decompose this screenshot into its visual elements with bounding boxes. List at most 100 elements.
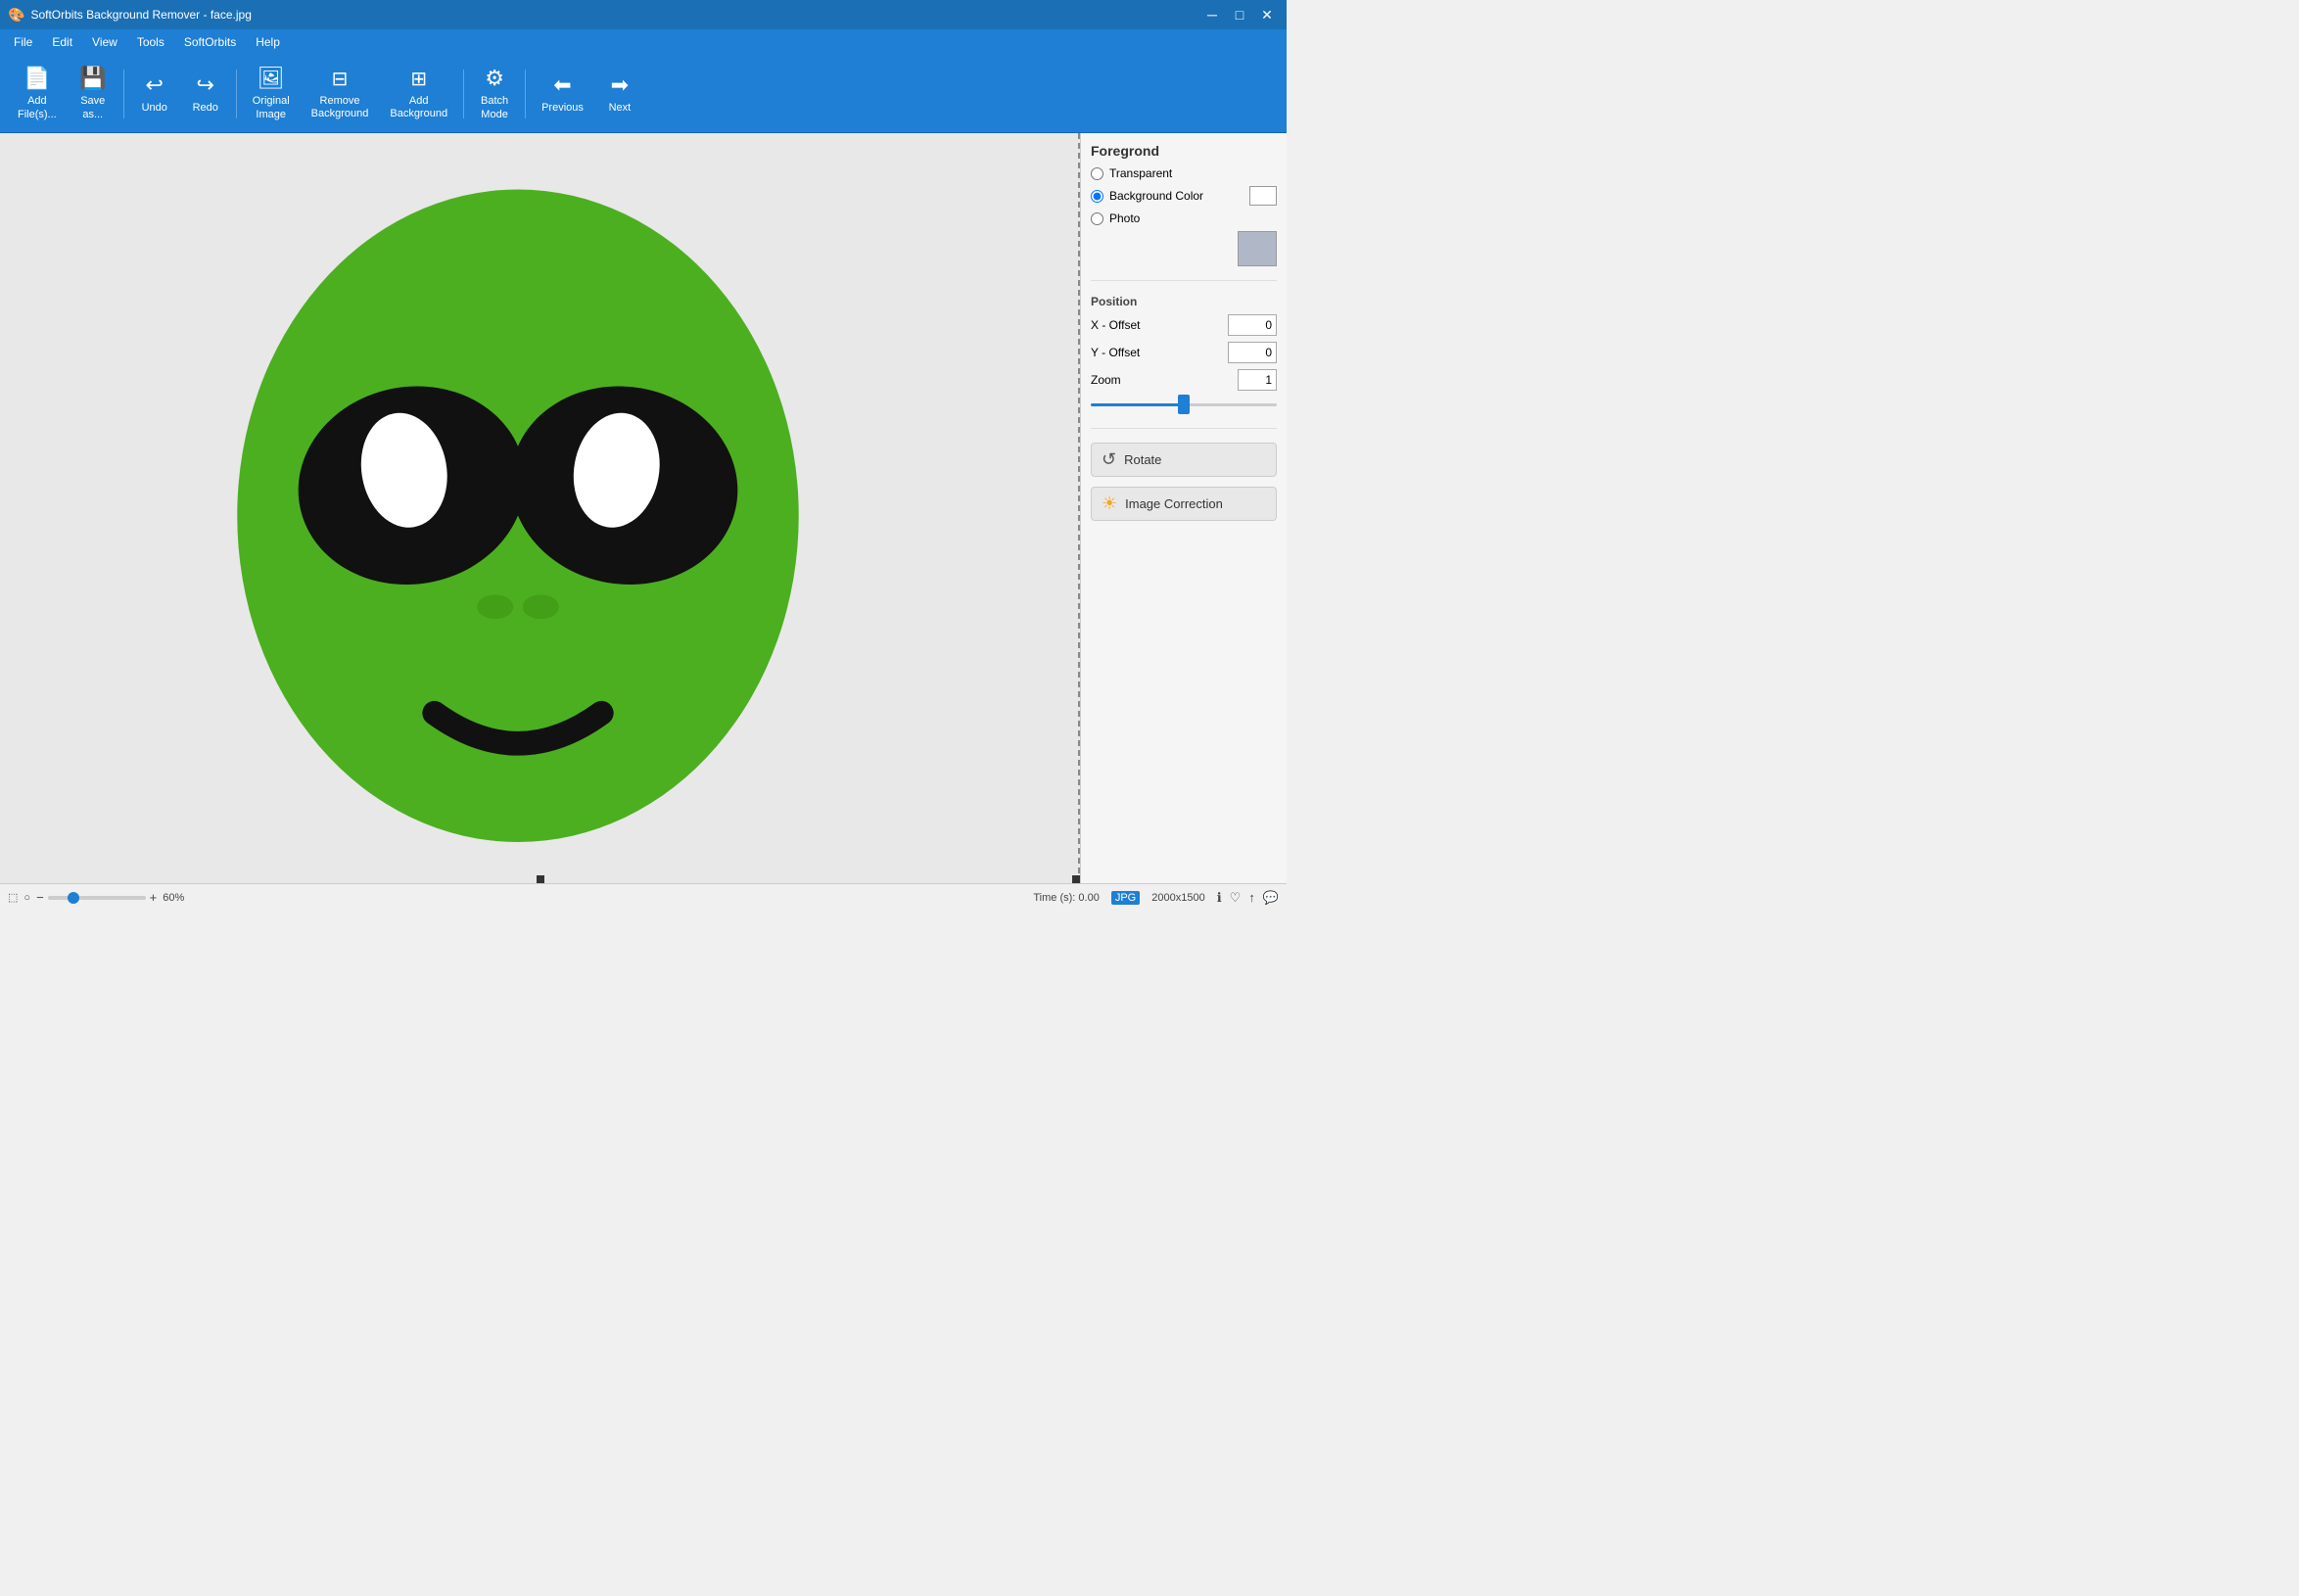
position-title: Position [1091,295,1277,308]
background-color-radio[interactable] [1091,190,1103,203]
photo-radio-row: Photo [1091,211,1277,225]
info-icon[interactable]: ℹ [1217,890,1222,906]
comment-icon[interactable]: 💬 [1263,890,1279,906]
time-label: Time (s): [1033,892,1075,904]
add-files-button[interactable]: 📄 AddFile(s)... [8,61,67,127]
previous-label: Previous [541,102,584,115]
selection-border-vertical [1078,133,1080,883]
y-offset-row: Y - Offset [1091,342,1277,363]
add-background-label: AddBackground [390,95,447,120]
toolbar: 📄 AddFile(s)... 💾 Saveas... ↩ Undo ↪ Red… [0,55,1287,133]
save-as-button[interactable]: 💾 Saveas... [69,61,117,127]
status-bar-left: ⬚ ○ − + 60% [8,890,184,905]
separator-1 [123,70,124,118]
next-label: Next [609,102,632,115]
status-bar: ⬚ ○ − + 60% Time (s): 0.00 JPG 2000x1500… [0,883,1287,911]
photo-swatch[interactable] [1238,231,1277,266]
menu-view[interactable]: View [82,32,127,52]
x-offset-row: X - Offset [1091,314,1277,336]
original-image-button[interactable]: 🖼 OriginalImage [243,61,300,127]
foreground-title: Foregrond [1091,143,1277,159]
add-background-button[interactable]: ⊞ AddBackground [380,61,457,127]
zoom-bar-container: − + [36,890,157,905]
y-offset-input[interactable] [1228,342,1277,363]
add-background-icon: ⊞ [410,67,427,91]
share-icon[interactable]: ↑ [1248,890,1255,906]
zoom-plus-button[interactable]: + [150,890,158,905]
menu-file[interactable]: File [4,32,42,52]
photo-radio[interactable] [1091,212,1103,225]
zoom-percentage: 60% [163,892,184,904]
batch-mode-icon: ⚙ [485,66,504,91]
favorite-icon[interactable]: ♡ [1230,890,1242,906]
zoom-label: Zoom [1091,373,1121,387]
maximize-button[interactable]: □ [1228,3,1251,26]
resize-handle-br[interactable] [1072,875,1080,883]
photo-option-row: Photo [1091,211,1277,266]
canvas-area[interactable] [0,133,1081,883]
original-image-label: OriginalImage [253,95,290,120]
menu-softorbits[interactable]: SoftOrbits [174,32,246,52]
menu-bar: File Edit View Tools SoftOrbits Help [0,29,1287,55]
next-icon: ➡ [611,72,629,98]
lasso-icon[interactable]: ○ [23,892,30,904]
select-icon[interactable]: ⬚ [8,891,18,904]
undo-label: Undo [142,102,167,115]
menu-edit[interactable]: Edit [42,32,82,52]
batch-mode-label: BatchMode [481,95,508,120]
redo-label: Redo [193,102,218,115]
rotate-button[interactable]: ↺ Rotate [1091,443,1277,477]
status-bar-right: Time (s): 0.00 JPG 2000x1500 ℹ ♡ ↑ 💬 [1033,890,1279,906]
zoom-row: Zoom [1091,369,1277,391]
remove-background-icon: ⊟ [332,67,349,91]
add-files-label: AddFile(s)... [18,95,57,120]
undo-icon: ↩ [146,72,164,98]
x-offset-input[interactable] [1228,314,1277,336]
status-icons: ℹ ♡ ↑ 💬 [1217,890,1279,906]
previous-button[interactable]: ⬅ Previous [532,61,593,127]
zoom-value-input[interactable] [1238,369,1277,391]
position-section: Position X - Offset Y - Offset Zoom [1091,295,1277,414]
redo-icon: ↪ [197,72,214,98]
save-as-label: Saveas... [80,95,105,120]
resolution-display: 2000x1500 [1151,892,1204,904]
original-image-icon: 🖼 [258,66,285,91]
menu-help[interactable]: Help [246,32,290,52]
time-display: Time (s): 0.00 [1033,892,1099,904]
background-color-swatch[interactable] [1249,186,1277,206]
image-correction-icon: ☀ [1102,493,1117,514]
zoom-track[interactable] [48,896,146,900]
rotate-icon: ↺ [1102,449,1116,470]
previous-icon: ⬅ [553,72,571,98]
foreground-section: Foregrond Transparent Background Color P… [1091,143,1277,266]
next-button[interactable]: ➡ Next [595,61,644,127]
menu-tools[interactable]: Tools [127,32,174,52]
resize-handle-bottom[interactable] [537,875,544,883]
image-correction-label: Image Correction [1125,496,1223,511]
close-button[interactable]: ✕ [1255,3,1279,26]
add-files-icon: 📄 [23,66,50,91]
transparent-radio[interactable] [1091,167,1103,180]
batch-mode-button[interactable]: ⚙ BatchMode [470,61,519,127]
zoom-thumb[interactable] [68,892,79,904]
zoom-minus-button[interactable]: − [36,890,44,905]
background-color-option-row: Background Color [1091,186,1277,206]
remove-background-button[interactable]: ⊟ RemoveBackground [302,61,379,127]
separator-3 [463,70,464,118]
format-badge: JPG [1111,891,1140,905]
zoom-slider[interactable] [1091,403,1277,406]
redo-button[interactable]: ↪ Redo [181,61,230,127]
x-offset-label: X - Offset [1091,318,1140,332]
undo-button[interactable]: ↩ Undo [130,61,179,127]
divider-2 [1091,428,1277,429]
image-container [214,141,821,875]
time-value: 0.00 [1078,892,1099,904]
separator-4 [525,70,526,118]
title-bar: 🎨 SoftOrbits Background Remover - face.j… [0,0,1287,29]
alien-face-image [214,141,821,875]
separator-2 [236,70,237,118]
minimize-button[interactable]: ─ [1200,3,1224,26]
image-correction-button[interactable]: ☀ Image Correction [1091,487,1277,521]
divider-1 [1091,280,1277,281]
y-offset-label: Y - Offset [1091,346,1140,359]
